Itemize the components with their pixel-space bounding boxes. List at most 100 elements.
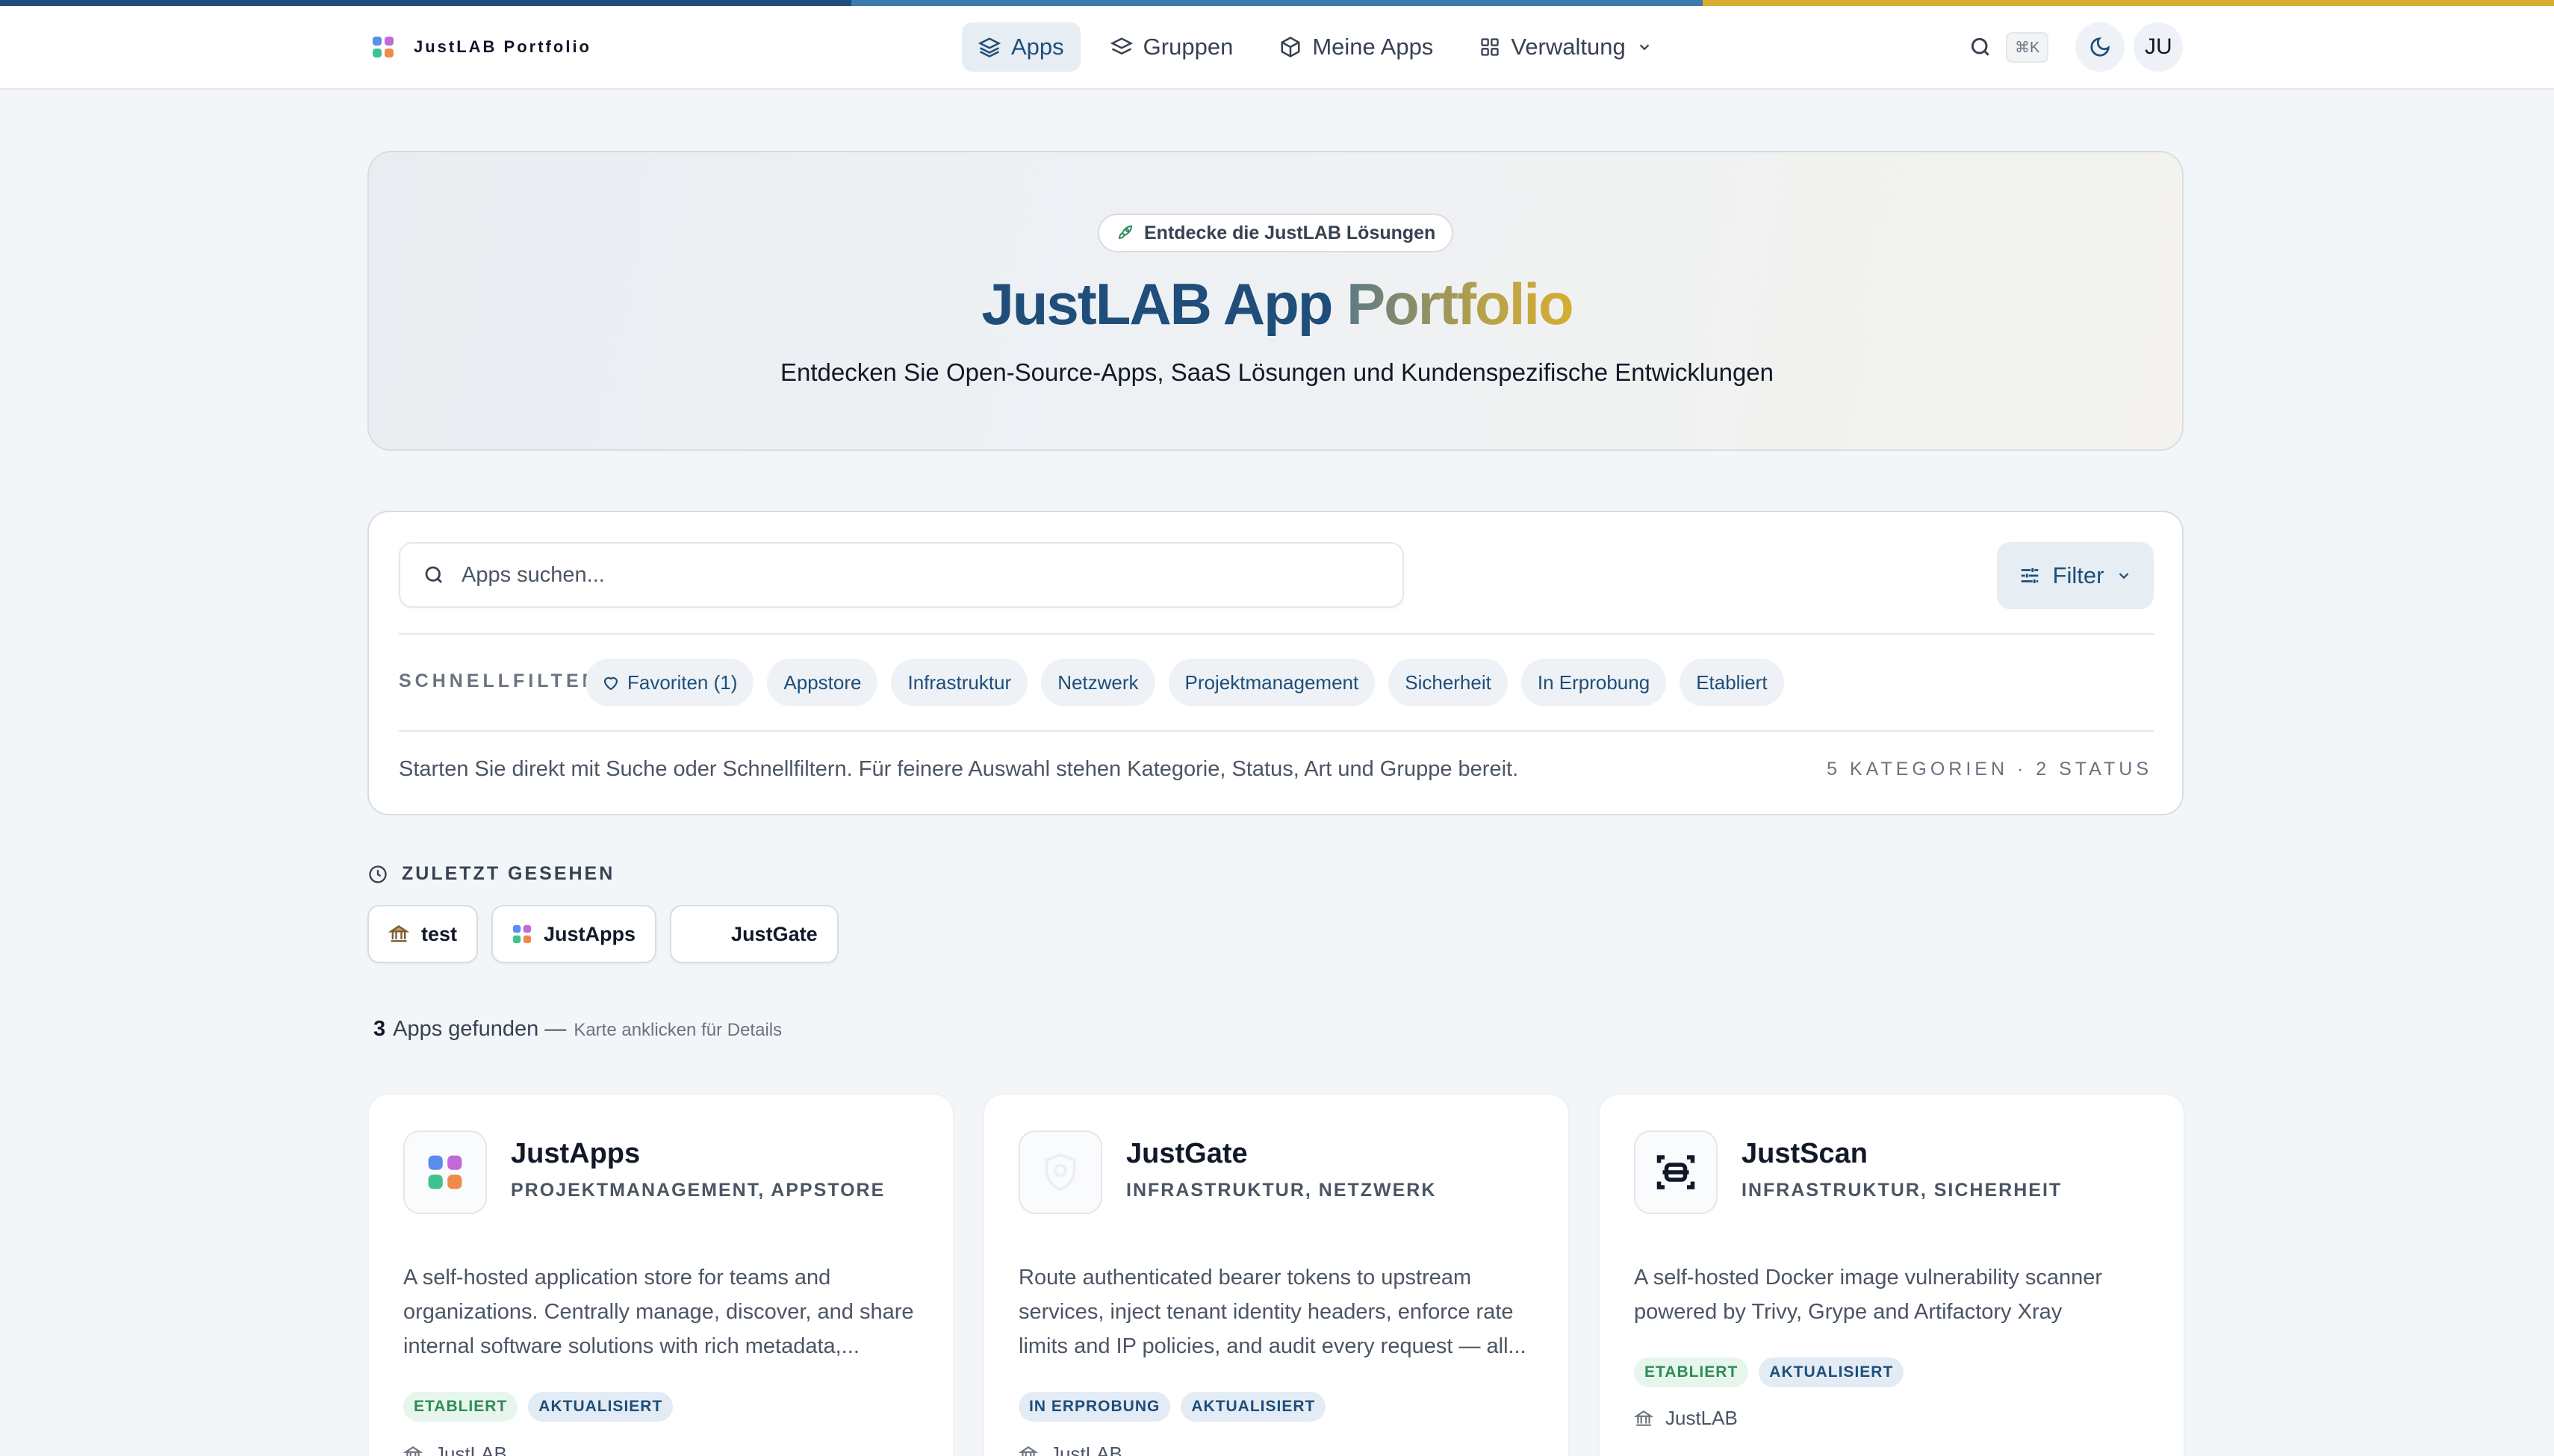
quick-filter-label: SCHNELLFILTER [399,671,600,691]
app-card-description: A self-hosted application store for team… [403,1266,914,1358]
strip-segment-blue [851,0,1703,6]
app-card-categories: PROJEKTMANAGEMENT, APPSTORE [511,1180,886,1201]
app-card-justgate[interactable]: JustGate INFRASTRUKTUR, NETZWERK Route a… [983,1093,1570,1456]
user-avatar-button[interactable]: JU [2134,22,2184,72]
shield-logo-icon [1045,1153,1076,1192]
app-card-justapps[interactable]: JustApps PROJEKTMANAGEMENT, APPSTORE A s… [367,1093,954,1456]
nav-meine-apps-label: Meine Apps [1312,34,1434,60]
header-actions: ⌘K JU [1969,22,2184,72]
theme-toggle-button[interactable] [2075,22,2125,72]
page-title-part2: Portfolio [1346,271,1574,337]
chip-in-erprobung[interactable]: In Erprobung [1520,659,1667,706]
recently-viewed-label: ZULETZT GESEHEN [402,863,615,884]
search-input[interactable] [462,562,1358,588]
chevron-down-icon [2119,573,2129,579]
filter-button-label: Filter [2052,562,2104,588]
chevron-down-icon [1639,44,1650,51]
chip-etabliert[interactable]: Etabliert [1680,659,1784,706]
app-card-title: JustApps [511,1138,641,1169]
recent-item-justgate[interactable]: JustGate [670,905,839,963]
strip-segment-dark [0,0,851,6]
results-hint: Karte anklicken für Details [574,1020,783,1040]
nav-gruppen-label: Gruppen [1143,34,1234,60]
recent-item-label: test [421,922,458,945]
app-card-description: A self-hosted Docker image vulnerability… [1634,1266,2103,1324]
panel-divider [399,730,2154,732]
app-grid-logo-icon [373,37,394,57]
scan-icon [1656,1155,1695,1189]
quick-filter-chips: Favoriten (1) Appstore Infrastruktur Net… [585,659,1784,706]
page-subtitle: Entdecken Sie Open-Source-Apps, SaaS Lös… [780,358,1774,386]
search-icon [425,566,442,583]
nav-verwaltung-label: Verwaltung [1511,34,1626,60]
chip-label: Etabliert [1696,671,1768,694]
chip-favoriten[interactable]: Favoriten (1) [585,659,754,706]
hero-pill: Entdecke die JustLAB Lösungen [1098,214,1454,252]
chip-netzwerk[interactable]: Netzwerk [1041,659,1155,706]
grid-icon [1481,38,1499,56]
bank-icon [1019,1446,1038,1456]
chip-label: Netzwerk [1057,671,1139,694]
results-label: Apps gefunden — [393,1017,567,1041]
chip-label: In Erprobung [1537,671,1650,694]
app-card-org-name: JustLAB [1050,1443,1122,1456]
chip-label: Appstore [783,671,862,694]
app-card-logo [403,1130,487,1214]
panel-stats: 5 KATEGORIEN · 2 STATUS [1827,759,2152,780]
nav-meine-apps[interactable]: Meine Apps [1263,22,1450,72]
app-card-categories: INFRASTRUKTUR, SICHERHEIT [1741,1180,2063,1201]
app-card-org: JustLAB [1019,1443,1122,1456]
hero-pill-text: Entdecke die JustLAB Lösungen [1144,222,1436,243]
bank-icon [1634,1410,1653,1426]
panel-divider [399,633,2154,635]
avatar-initials: JU [2145,34,2172,59]
chip-appstore[interactable]: Appstore [767,659,878,706]
app-grid-logo-icon [512,924,532,944]
search-shortcut-badge: ⌘K [2006,31,2049,63]
app-card-logo [1019,1130,1102,1214]
nav-gruppen[interactable]: Gruppen [1094,22,1250,72]
nav-apps-label: Apps [1011,34,1064,60]
app-card-org: JustLAB [1634,1407,1738,1430]
status-badge: IN ERPROBUNG [1019,1392,1171,1422]
page-title-part1: JustLAB App [981,271,1347,337]
brand-name: JustLAB Portfolio [414,37,591,56]
sliders-icon [2021,568,2038,583]
strip-segment-gold [1703,0,2554,6]
nav-verwaltung-dropdown[interactable]: Verwaltung [1463,22,1668,72]
filter-button[interactable]: Filter [1997,542,2154,609]
status-badge: AKTUALISIERT [528,1392,674,1422]
hero-banner: Entdecke die JustLAB Lösungen JustLAB Ap… [367,151,2184,451]
app-card-title: JustScan [1741,1138,1868,1169]
status-badge: AKTUALISIERT [1759,1357,1904,1387]
status-badge: ETABLIERT [1634,1357,1749,1387]
brand-logo-link[interactable]: JustLAB Portfolio [372,36,591,58]
recent-item-label: JustGate [731,922,818,945]
page-title: JustLAB App Portfolio [369,270,2185,338]
app-card-org: JustLAB [403,1443,507,1456]
chip-infrastruktur[interactable]: Infrastruktur [891,659,1028,706]
top-header: JustLAB Portfolio Apps Gruppen Meine App… [0,6,2554,90]
heart-icon [603,676,618,691]
nav-apps[interactable]: Apps [962,22,1081,72]
recently-viewed-list: test JustApps JustGate [367,905,839,963]
app-card-categories: INFRASTRUKTUR, NETZWERK [1126,1180,1437,1201]
panel-hint-text: Starten Sie direkt mit Suche oder Schnel… [399,757,1519,781]
chip-sicherheit[interactable]: Sicherheit [1388,659,1508,706]
app-card-badges: ETABLIERT AKTUALISIERT [1634,1357,1904,1387]
chip-projektmanagement[interactable]: Projektmanagement [1168,659,1376,706]
recent-item-justapps[interactable]: JustApps [491,905,657,963]
search-icon[interactable] [1969,35,1992,59]
layers-icon [978,37,1001,57]
app-card-badges: IN ERPROBUNG AKTUALISIERT [1019,1392,1326,1422]
search-box[interactable] [399,542,1404,608]
app-card-title: JustGate [1126,1138,1248,1169]
results-count: 3 [373,1017,386,1041]
app-card-description: Route authenticated bearer tokens to ups… [1019,1266,1526,1358]
recent-item-test[interactable]: test [367,905,479,963]
bank-icon [403,1446,423,1456]
bank-icon [388,925,409,942]
moon-icon [2090,37,2110,57]
results-summary: 3 Apps gefunden — Karte anklicken für De… [373,1017,782,1042]
app-card-justscan[interactable]: JustScan INFRASTRUKTUR, SICHERHEIT A sel… [1598,1093,2185,1456]
